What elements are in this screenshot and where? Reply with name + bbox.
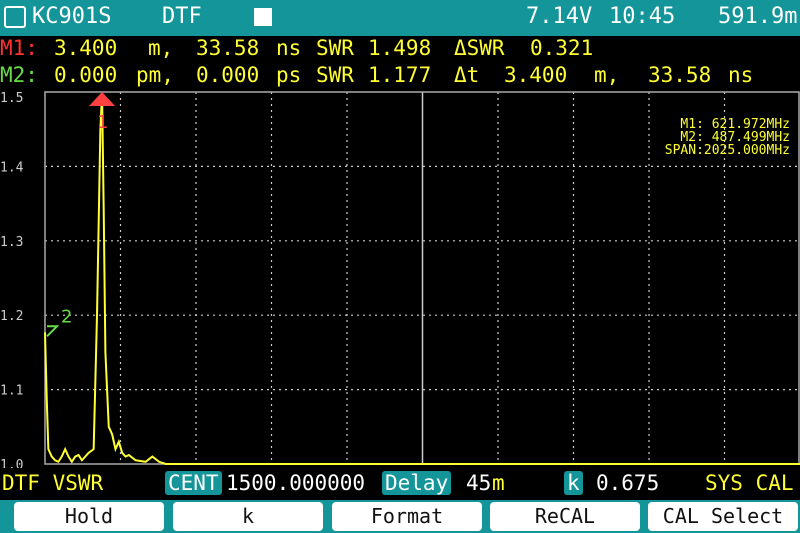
m1-swr: 1.498 [368, 36, 432, 60]
y-tick-label: 1.1 [0, 384, 23, 399]
m1-label: M1: [0, 36, 38, 60]
m2-swr-label: SWR [316, 63, 354, 87]
m2-time: 0.000 [196, 63, 260, 87]
m2-time-unit: ps [276, 63, 302, 87]
k-label[interactable]: k [564, 471, 583, 495]
format-button[interactable]: Format [332, 502, 482, 531]
y-tick-label: 1.2 [0, 309, 23, 324]
k-value: 0.675 [596, 471, 660, 495]
y-tick-label: 1.0 [0, 458, 23, 468]
m2-dist-unit: pm, [136, 63, 174, 87]
square-icon [254, 8, 272, 26]
m1-swr-label: SWR [316, 36, 354, 60]
marker1-row: M1: 3.400 m, 33.58 ns SWR 1.498 ΔSWR 0.3… [0, 36, 800, 62]
cent-value: 1500.000000 [226, 471, 366, 495]
header-extra: 591.9m [718, 4, 798, 29]
m2-delta-time-unit: ns [728, 63, 754, 87]
kc-logo-icon [4, 6, 26, 28]
cal-status: SYS CAL [705, 471, 794, 495]
m2-delta: 3.400 [504, 63, 568, 87]
m1-distance: 3.400 [54, 36, 118, 60]
m1-delta-label: ΔSWR [454, 36, 505, 60]
y-tick-label: 1.4 [0, 160, 24, 175]
clock: 10:45 [609, 4, 676, 29]
y-tick-label: 1.3 [0, 235, 23, 250]
dtf-plot: 1.51.41.31.21.11.0 12 M1: 621.972MHz M2:… [0, 91, 800, 468]
delay-value: 45 [466, 471, 492, 495]
delay-unit: m [492, 471, 505, 495]
marker2-icon[interactable] [46, 325, 60, 338]
device-model: KC901S [32, 4, 112, 29]
m2-delta-label: Δt [454, 63, 480, 87]
hold-button[interactable]: Hold [14, 502, 164, 531]
marker2-label: 2 [61, 306, 72, 327]
m1-delta: 0.321 [530, 36, 594, 60]
m2-delta-unit: m, [594, 63, 620, 87]
delay-label[interactable]: Delay [382, 471, 452, 495]
status-bar: DTF VSWR CENT 1500.000000 Delay 45 m k 0… [0, 468, 800, 500]
marker1-arrow-icon[interactable] [89, 92, 116, 106]
marker2-row: M2: 0.000 pm, 0.000 ps SWR 1.177 Δt 3.40… [0, 63, 800, 89]
recal-button[interactable]: ReCAL [490, 502, 640, 531]
k-button[interactable]: k [173, 502, 323, 531]
m2-delta-time: 33.58 [648, 63, 712, 87]
marker1-label: 1 [97, 112, 108, 133]
battery-voltage: 7.14V [526, 4, 593, 29]
cal-select-button[interactable]: CAL Select [648, 502, 798, 531]
softkey-bar: Hold k Format ReCAL CAL Select [0, 500, 800, 533]
m1-time: 33.58 [196, 36, 260, 60]
m2-label: M2: [0, 63, 38, 87]
y-tick-label: 1.5 [0, 91, 23, 106]
freq-span: SPAN:2025.000MHz [665, 143, 790, 158]
m2-distance: 0.000 [54, 63, 118, 87]
m1-time-unit: ns [276, 36, 302, 60]
title-bar: KC901S DTF 7.14V 10:45 591.9m [0, 0, 800, 36]
measure-mode: DTF VSWR [2, 471, 104, 495]
m1-dist-unit: m, [148, 36, 174, 60]
m2-swr: 1.177 [368, 63, 432, 87]
mode-label: DTF [162, 4, 202, 29]
cent-label[interactable]: CENT [165, 471, 222, 495]
